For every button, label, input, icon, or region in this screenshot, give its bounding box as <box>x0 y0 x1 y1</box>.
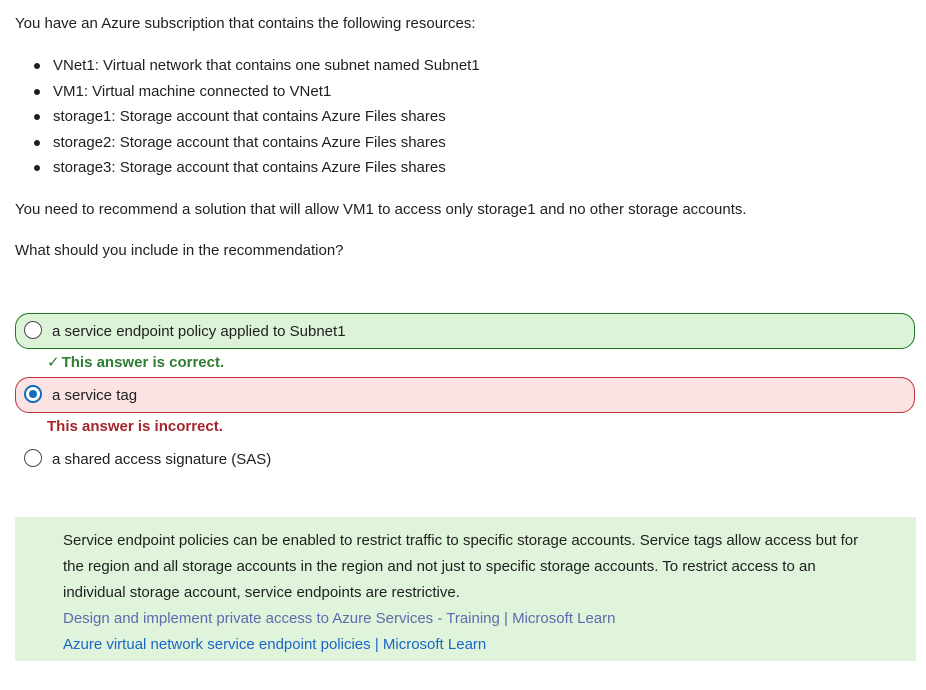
bullet-icon <box>34 165 40 171</box>
question-prompt: What should you include in the recommend… <box>15 242 344 259</box>
resource-text: storage3: Storage account that contains … <box>53 159 446 176</box>
list-item: VNet1: Virtual network that contains one… <box>34 56 480 82</box>
option-label: a service endpoint policy applied to Sub… <box>52 323 346 340</box>
correct-feedback-text: This answer is correct. <box>61 354 225 371</box>
resource-text: storage2: Storage account that contains … <box>53 133 446 151</box>
explanation-panel: Service endpoint policies can be enabled… <box>15 517 916 661</box>
list-item: storage1: Storage account that contains … <box>34 107 480 133</box>
resource-text: VNet1: Virtual network that contains one… <box>53 57 480 74</box>
bullet-icon <box>34 63 40 69</box>
radio-button[interactable] <box>24 321 42 339</box>
correct-feedback: ✓ This answer is correct. <box>47 353 224 373</box>
radio-button[interactable] <box>24 449 42 467</box>
option-label: a service tag <box>52 387 138 404</box>
radio-button-selected[interactable] <box>24 385 42 403</box>
answer-option-service-endpoint-policy[interactable]: a service endpoint policy applied to Sub… <box>15 313 915 349</box>
question-intro: You have an Azure subscription that cont… <box>15 15 476 32</box>
explanation-text: Service endpoint policies can be enabled… <box>63 532 859 601</box>
checkmark-icon: ✓ <box>47 354 60 371</box>
incorrect-feedback: This answer is incorrect. <box>47 418 223 435</box>
list-item: storage2: Storage account that contains … <box>34 133 480 159</box>
list-item: VM1: Virtual machine connected to VNet1 <box>34 82 480 108</box>
resource-list: VNet1: Virtual network that contains one… <box>15 56 480 184</box>
option-label: a shared access signature (SAS) <box>52 451 272 468</box>
docs-link[interactable]: Azure virtual network service endpoint p… <box>63 632 916 658</box>
answer-option-sas[interactable]: a shared access signature (SAS) <box>15 441 915 477</box>
bullet-icon <box>34 114 40 120</box>
training-link[interactable]: Design and implement private access to A… <box>63 606 916 632</box>
bullet-icon <box>34 139 40 146</box>
resource-text: VM1: Virtual machine connected to VNet1 <box>53 82 332 100</box>
answer-option-service-tag[interactable]: a service tag <box>15 377 915 413</box>
bullet-icon <box>34 88 40 95</box>
resource-text: storage1: Storage account that contains … <box>53 108 446 125</box>
list-item: storage3: Storage account that contains … <box>34 158 480 184</box>
radio-dot-icon <box>29 390 37 398</box>
question-requirement: You need to recommend a solution that wi… <box>15 201 747 218</box>
